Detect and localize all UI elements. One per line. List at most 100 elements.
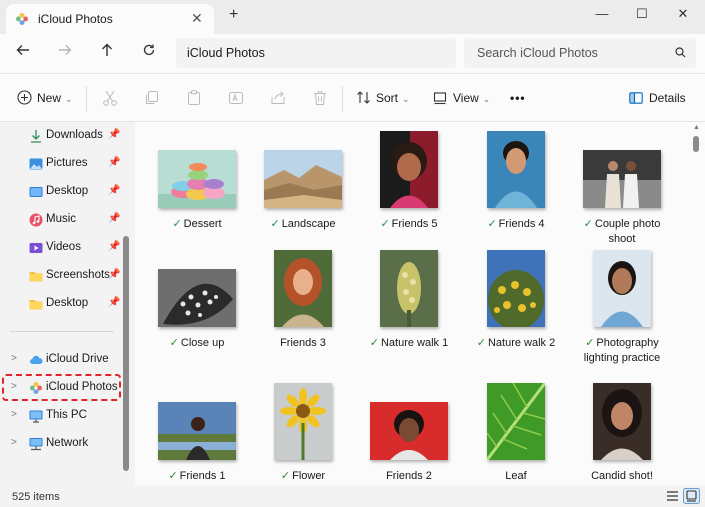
music-icon [29, 213, 43, 227]
chevron-right-icon[interactable]: > [11, 353, 17, 364]
sidebar-scrollbar[interactable] [123, 236, 129, 471]
back-arrow-icon[interactable] [12, 42, 34, 64]
photo-caption: ✓ Photography lighting practice [572, 336, 672, 366]
delete-icon[interactable] [311, 89, 329, 107]
sidebar-item-screenshots[interactable]: Screenshots 📌 [0, 265, 125, 287]
forward-arrow-icon[interactable] [54, 42, 76, 64]
photo-tile-nature-walk-2[interactable]: ✓ Nature walk 2 [466, 250, 566, 351]
photo-name: Friends 1 [179, 470, 226, 482]
scrollbar-thumb[interactable] [693, 136, 699, 152]
photo-tile-friends-3[interactable]: Friends 3 [253, 250, 353, 351]
close-window-button[interactable]: ✕ [669, 3, 697, 25]
share-icon[interactable] [269, 89, 287, 107]
photo-tile-friends-4[interactable]: ✓ Friends 4 [466, 131, 566, 232]
photo-name: Friends 3 [280, 337, 326, 349]
photo-caption: Friends 2 [359, 469, 459, 484]
sidebar-item-label: Videos [46, 241, 81, 253]
sidebar-item-label: iCloud Drive [46, 353, 109, 365]
selection-highlight [2, 374, 121, 401]
address-field[interactable]: iCloud Photos [176, 38, 456, 68]
sidebar-item-music[interactable]: Music 📌 [0, 209, 125, 231]
photo-tile-friends-2[interactable]: Friends 2 [359, 402, 459, 484]
paste-icon[interactable] [185, 89, 203, 107]
content-scrollbar[interactable]: ▲ [688, 122, 705, 485]
view-button[interactable]: View ⌄ [433, 89, 490, 107]
sidebar-item-icloud-drive[interactable]: > iCloud Drive [0, 349, 125, 371]
photo-caption: ✓ Nature walk 2 [466, 336, 566, 351]
view-icon [433, 92, 447, 105]
pin-icon[interactable]: 📌 [108, 157, 120, 168]
search-input[interactable]: Search iCloud Photos [464, 38, 696, 68]
tab-icloud-photos[interactable]: iCloud Photos ✕ [6, 4, 214, 34]
sidebar-item-videos[interactable]: Videos 📌 [0, 237, 125, 259]
pin-icon[interactable]: 📌 [108, 129, 120, 140]
sidebar-divider [10, 331, 114, 332]
photo-tile-couple-photo-shoot[interactable]: ✓ Couple photo shoot [572, 150, 672, 247]
sidebar-item-desktop[interactable]: Desktop 📌 [0, 181, 125, 203]
sidebar-item-pictures[interactable]: Pictures 📌 [0, 153, 125, 175]
copy-icon[interactable] [143, 89, 161, 107]
photo-tile-nature-walk-1[interactable]: ✓ Nature walk 1 [359, 250, 459, 351]
details-button[interactable]: Details [629, 89, 686, 107]
minimize-button[interactable]: — [588, 3, 616, 25]
sidebar-item-downloads[interactable]: Downloads 📌 [0, 125, 125, 147]
photo-thumbnail [487, 131, 545, 208]
photos-icon [16, 13, 28, 25]
sidebar-item-desktop-folder[interactable]: Desktop 📌 [0, 293, 125, 315]
photo-tile-friends-1[interactable]: ✓ Friends 1 [147, 402, 247, 484]
synced-check-icon: ✓ [476, 337, 486, 349]
scroll-up-icon[interactable]: ▲ [693, 124, 700, 131]
network-icon [29, 438, 43, 451]
up-arrow-icon[interactable] [96, 42, 118, 64]
photo-tile-candid-shot[interactable]: Candid shot! [572, 383, 672, 484]
synced-check-icon: ✓ [172, 218, 182, 230]
photo-thumbnail [487, 250, 545, 330]
photo-caption: ✓ Close up [147, 336, 247, 351]
photo-name: Candid shot! [591, 470, 653, 482]
chevron-down-icon: ⌄ [65, 94, 73, 104]
synced-check-icon: ✓ [487, 218, 497, 230]
cut-icon[interactable] [101, 89, 119, 107]
photo-name: Flower [292, 470, 326, 482]
photo-caption: Friends 3 [253, 336, 353, 351]
pin-icon[interactable]: 📌 [108, 297, 120, 308]
pin-icon[interactable]: 📌 [108, 213, 120, 224]
rename-icon[interactable] [227, 89, 245, 107]
photo-tile-flower[interactable]: ✓ Flower [253, 383, 353, 484]
details-view-icon[interactable] [664, 488, 681, 504]
chevron-down-icon: ⌄ [402, 94, 410, 104]
plus-circle-icon [17, 90, 32, 105]
sidebar-item-label: Desktop [46, 185, 89, 197]
pin-icon[interactable]: 📌 [108, 269, 120, 280]
photo-caption: ✓ Landscape [253, 217, 353, 232]
item-count: 525 items [12, 491, 60, 503]
photo-tile-landscape[interactable]: ✓ Landscape [253, 150, 353, 232]
new-tab-button[interactable]: + [229, 6, 238, 24]
search-placeholder: Search iCloud Photos [477, 46, 598, 60]
chevron-right-icon[interactable]: > [11, 437, 17, 448]
photo-tile-close-up[interactable]: ✓ Close up [147, 269, 247, 351]
sidebar-item-this-pc[interactable]: > This PC [0, 405, 125, 427]
videos-icon [29, 243, 43, 253]
chevron-right-icon[interactable]: > [11, 409, 17, 420]
maximize-button[interactable]: ☐ [628, 3, 656, 25]
pin-icon[interactable]: 📌 [108, 241, 120, 252]
pin-icon[interactable]: 📌 [108, 185, 120, 196]
new-button[interactable]: New ⌄ [17, 89, 73, 107]
sidebar-item-network[interactable]: > Network [0, 433, 125, 455]
sidebar-item-label: Screenshots [46, 269, 110, 281]
sidebar-item-label: Desktop [46, 297, 89, 309]
sort-button[interactable]: Sort ⌄ [356, 89, 410, 107]
more-options-button[interactable]: ••• [510, 89, 526, 107]
close-tab-icon[interactable]: ✕ [191, 10, 203, 27]
photo-name: Couple photo shoot [594, 218, 661, 245]
photo-name: Nature walk 2 [487, 337, 556, 349]
photo-thumbnail [264, 150, 342, 208]
photo-tile-photography-lighting-practice[interactable]: ✓ Photography lighting practice [572, 250, 672, 366]
photo-tile-dessert[interactable]: ✓ Dessert [147, 150, 247, 232]
refresh-icon[interactable] [138, 42, 160, 64]
large-icons-view-icon[interactable] [683, 488, 700, 504]
photo-tile-leaf[interactable]: Leaf [466, 382, 566, 484]
photo-tile-friends-5[interactable]: ✓ Friends 5 [359, 131, 459, 232]
photo-thumbnail [380, 250, 438, 327]
